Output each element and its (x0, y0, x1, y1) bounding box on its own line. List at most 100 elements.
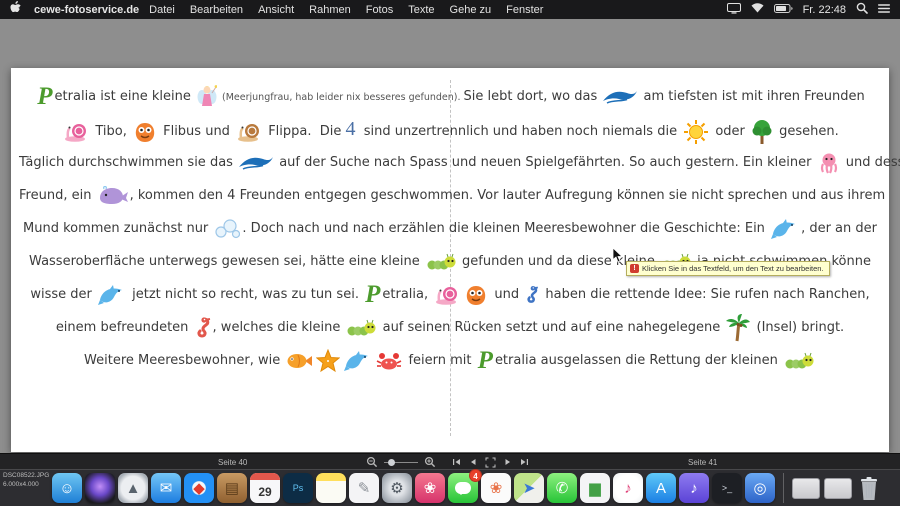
photobook-spread[interactable]: Petralia ist eine kleine (Meerjungfrau, … (11, 68, 889, 452)
menu-gehe-zu[interactable]: Gehe zu (450, 4, 492, 16)
mermaid-icon (197, 84, 217, 110)
story-text: auf der Suche nach Spass und neuen Spiel… (275, 155, 816, 170)
story-number: 4 (346, 118, 356, 140)
speech-bubble-icon (455, 482, 471, 494)
story-line-8: einem befreundeten , welches die kleine … (19, 311, 881, 344)
dock-icon-calendar[interactable]: 29 (250, 473, 280, 503)
menu-texte[interactable]: Texte (408, 4, 434, 16)
story-text: feiern mit (404, 353, 475, 368)
dock-icon-app-store[interactable]: A (646, 473, 676, 503)
caterpillar-icon (426, 253, 456, 271)
launchpad-glyph: ▲ (126, 481, 141, 496)
story-text: einem befreundeten (56, 320, 193, 335)
notification-center-icon[interactable] (878, 3, 890, 17)
blue-app-glyph: ◎ (753, 481, 766, 496)
dock-icon-blue-app[interactable]: ◎ (745, 473, 775, 503)
textedit-glyph: ✎ (358, 481, 371, 496)
finder-glyph: ☺ (59, 481, 74, 496)
spotlight-icon[interactable] (856, 2, 868, 17)
dock-icon-music[interactable]: ♪ (613, 473, 643, 503)
minimized-window[interactable] (792, 478, 820, 499)
minimized-window[interactable] (824, 478, 852, 499)
dock-icon-notes[interactable] (316, 473, 346, 503)
sun-icon (683, 119, 709, 145)
menu-fotos[interactable]: Fotos (366, 4, 394, 16)
story-line-2: Tibo, Flibus und Flippa. Die 4 sind unze… (19, 113, 881, 146)
zoom-controls (366, 455, 436, 469)
snail-brown-icon (236, 122, 262, 142)
next-page-icon[interactable] (504, 458, 512, 466)
dock-icon-textedit[interactable]: ✎ (349, 473, 379, 503)
story-text: am tiefsten ist mit ihren Freunden (639, 89, 864, 104)
dock-icon-safari[interactable]: ◆ (184, 473, 214, 503)
itunes-store-glyph: ♪ (690, 481, 698, 496)
battery-icon[interactable] (774, 4, 793, 16)
bottom-toolbar: Seite 40 Seite 41 (0, 453, 900, 470)
caterpillar-icon (784, 352, 814, 370)
dock-icon-package-app[interactable]: ▤ (217, 473, 247, 503)
calendar-day: 29 (258, 485, 271, 499)
menu-items: Datei Bearbeiten Ansicht Rahmen Fotos Texte Ge… (149, 4, 543, 16)
fit-view-icon[interactable] (485, 457, 496, 468)
menu-ansicht[interactable]: Ansicht (258, 4, 294, 16)
dock-icon-numbers[interactable]: ▆ (580, 473, 610, 503)
music-glyph: ♪ (624, 481, 632, 496)
dock-icon-system-preferences[interactable]: ⚙ (382, 473, 412, 503)
numbers-glyph: ▆ (589, 481, 601, 496)
monster-orange-icon (464, 284, 488, 306)
dock-icon-photoshop[interactable]: Ps (283, 473, 313, 503)
dock-icon-launchpad[interactable]: ▲ (118, 473, 148, 503)
dock-icon-terminal[interactable]: >_ (712, 473, 742, 503)
dock-icon-itunes-store[interactable]: ♪ (679, 473, 709, 503)
dolphin-icon (98, 284, 126, 306)
trash-icon[interactable] (858, 475, 880, 501)
story-text: , kommen den 4 Freunden entgegen geschwo… (130, 188, 886, 203)
story-textfield[interactable]: Petralia ist eine kleine (Meerjungfrau, … (19, 80, 881, 377)
wifi-icon[interactable] (751, 3, 764, 16)
story-line-4: Freund, ein , kommen den 4 Freunden entg… (19, 179, 881, 212)
dock-icon-pink-app[interactable]: ❀ (415, 473, 445, 503)
dock-icon-facetime[interactable]: ✆ (547, 473, 577, 503)
package-app-glyph: ▤ (225, 481, 239, 496)
dock-icon-mail[interactable]: ✉ (151, 473, 181, 503)
prev-page-icon[interactable] (469, 458, 477, 466)
dock-icon-messages[interactable]: 4 (448, 473, 478, 503)
story-text: . Doch nach und nach erzählen die kleine… (242, 221, 769, 236)
seahorse-blue-icon (525, 285, 539, 305)
clock[interactable]: Fr. 22:48 (803, 4, 846, 16)
zoom-slider-handle[interactable] (388, 459, 395, 466)
dock-icon-photos[interactable]: ❀ (481, 473, 511, 503)
first-page-icon[interactable] (452, 458, 461, 466)
story-text: Wasseroberfläche unterwegs gewesen sei, … (29, 254, 424, 269)
story-text: und dessen (842, 155, 900, 170)
menu-bar: cewe-fotoservice.de Datei Bearbeiten Ansic… (0, 0, 900, 19)
story-text: (Insel) bringt. (752, 320, 844, 335)
story-text: Mund kommen zunächst nur (23, 221, 212, 236)
menu-bearbeiten[interactable]: Bearbeiten (190, 4, 243, 16)
last-page-icon[interactable] (520, 458, 529, 466)
mail-glyph: ✉ (160, 481, 173, 496)
octopus-icon (818, 152, 840, 174)
zoom-in-icon[interactable] (424, 456, 436, 468)
zoom-out-icon[interactable] (366, 456, 378, 468)
photoshop-glyph: Ps (293, 484, 304, 493)
dock-icon-finder[interactable]: ☺ (52, 473, 82, 503)
story-line-5: Mund kommen zunächst nur . Doch nach und… (19, 212, 881, 245)
dock-icon-siri[interactable] (85, 473, 115, 503)
caterpillar-icon (346, 319, 376, 337)
zoom-slider[interactable] (384, 462, 418, 463)
display-icon[interactable] (727, 3, 741, 17)
initial-p-icon: P (37, 84, 52, 109)
menu-datei[interactable]: Datei (149, 4, 175, 16)
apple-menu[interactable] (10, 1, 22, 18)
dock-icon-maps[interactable]: ➤ (514, 473, 544, 503)
story-text: und (490, 287, 523, 302)
bubbles-icon (214, 219, 240, 239)
palm-tree-icon (726, 314, 750, 342)
story-text: Flippa. Die (264, 124, 345, 139)
menu-rahmen[interactable]: Rahmen (309, 4, 351, 16)
menu-fenster[interactable]: Fenster (506, 4, 543, 16)
story-line-3: Täglich durchschwimmen sie das auf der S… (19, 146, 881, 179)
app-menu-title[interactable]: cewe-fotoservice.de (34, 4, 139, 16)
story-text: Tibo, (91, 124, 131, 139)
